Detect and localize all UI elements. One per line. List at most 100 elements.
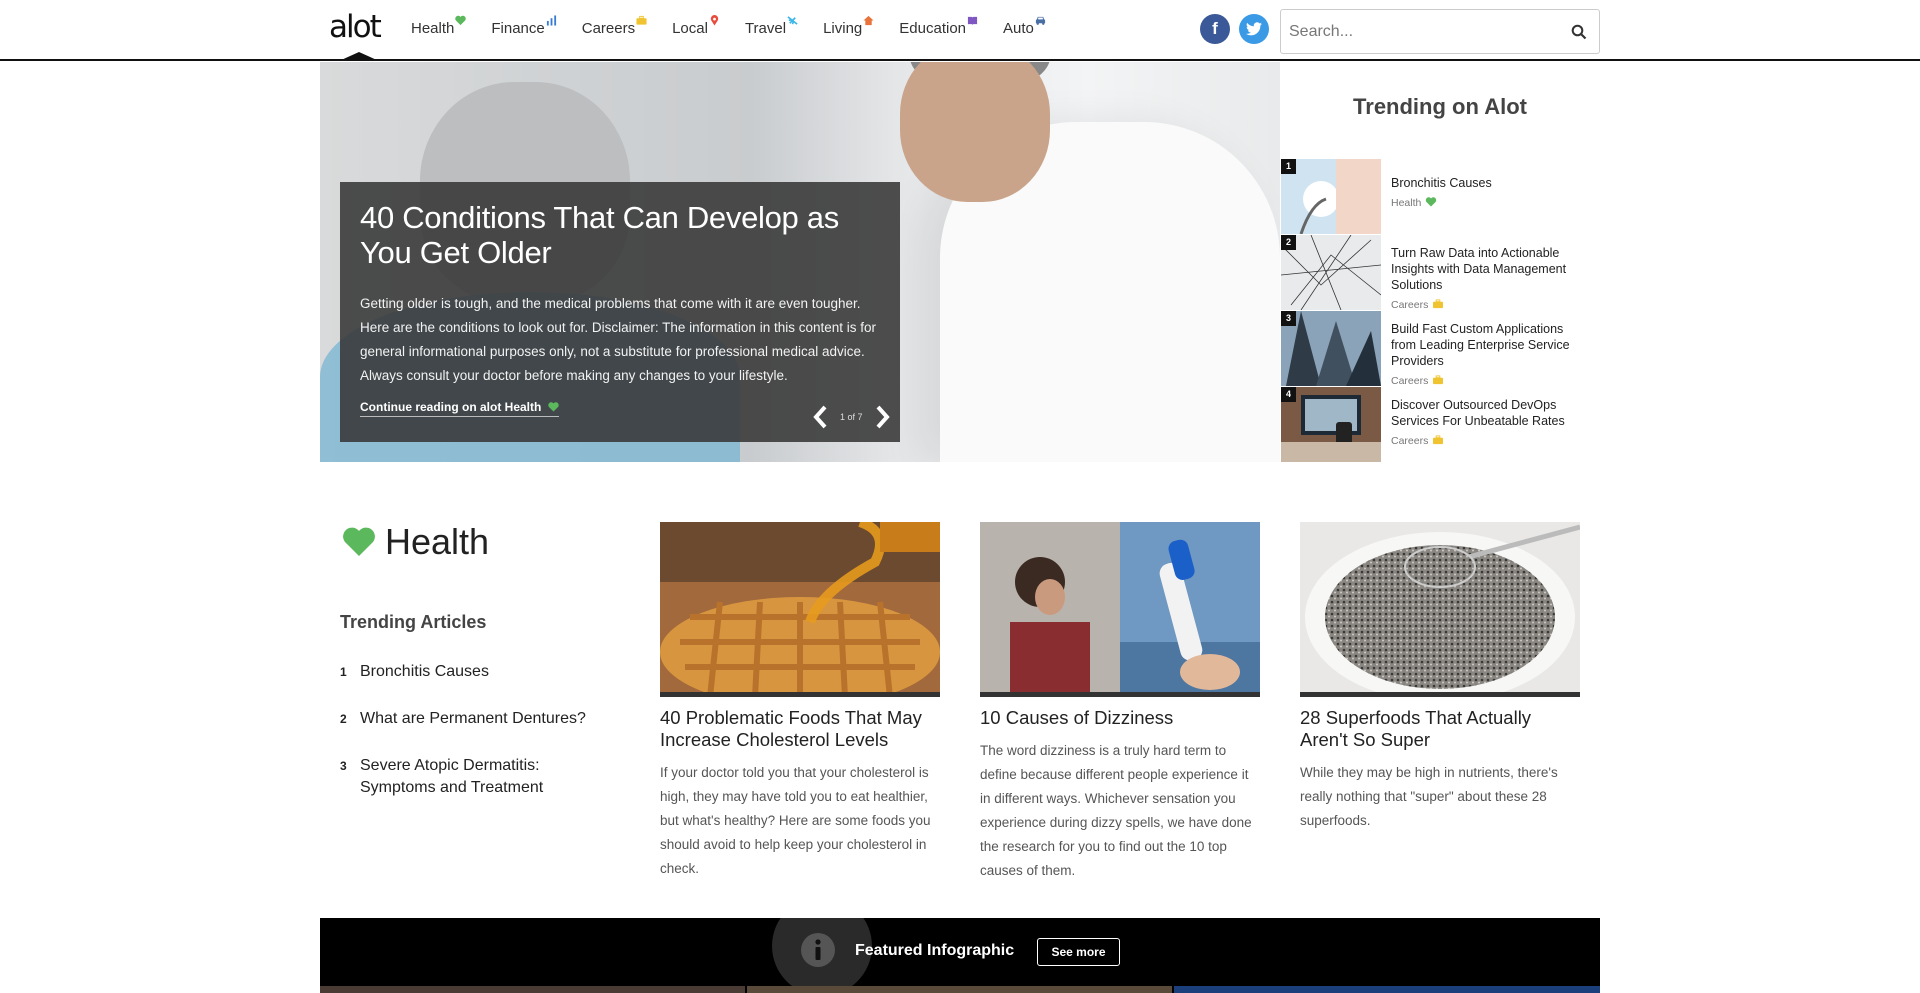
hero-slider: 40 Conditions That Can Develop as You Ge…: [320, 62, 1280, 462]
continue-reading-label: Continue reading on alot Health: [360, 400, 542, 414]
article-link[interactable]: Bronchitis Causes: [360, 661, 600, 683]
trending-thumbnail[interactable]: [1281, 311, 1381, 386]
trending-item[interactable]: 1 Bronchitis Causes Health: [1280, 159, 1600, 235]
trending-item[interactable]: 3 Build Fast Custom Applications from Le…: [1280, 311, 1600, 387]
nav-label: Health: [411, 20, 455, 37]
site-logo[interactable]: alot: [329, 9, 382, 45]
infographic-preview[interactable]: [1174, 986, 1600, 993]
health-section-header: Health: [342, 521, 489, 563]
category-label: Careers: [1391, 299, 1429, 311]
nav-label: Local: [672, 20, 708, 37]
article-card: 10 Causes of Dizziness The word dizzines…: [980, 522, 1260, 883]
article-link[interactable]: Severe Atopic Dermatitis: Symptoms and T…: [360, 755, 600, 799]
heart-icon: [1426, 197, 1437, 207]
category-label: Careers: [1391, 375, 1429, 387]
trending-item-title: Discover Outsourced DevOps Services For …: [1391, 398, 1565, 428]
site-header: alot Health Finance Careers Local Travel…: [0, 0, 1920, 61]
trending-rank: 2: [1281, 235, 1296, 250]
slider-controls: 1 of 7: [810, 404, 893, 430]
briefcase-icon: [1433, 299, 1444, 309]
twitter-button[interactable]: [1239, 14, 1269, 44]
car-icon: [1035, 16, 1045, 25]
slider-page-count: 1 of 7: [840, 412, 863, 422]
chevron-right-icon[interactable]: [871, 404, 893, 430]
map-pin-icon: [710, 15, 719, 26]
featured-infographic-title: Featured Infographic: [855, 942, 1015, 959]
nav-label: Careers: [581, 20, 636, 37]
see-more-button[interactable]: See more: [1037, 938, 1120, 966]
trending-item-link[interactable]: Build Fast Custom Applications from Lead…: [1391, 321, 1591, 389]
hero-image-figure: [900, 62, 1050, 202]
nav-label: Education: [899, 20, 966, 37]
trending-item-title: Build Fast Custom Applications from Lead…: [1391, 322, 1570, 368]
trending-item-link[interactable]: Bronchitis Causes Health: [1391, 175, 1591, 211]
category-label: Careers: [1391, 435, 1429, 447]
nav-item-careers[interactable]: Careers: [581, 14, 647, 44]
logo-caret-icon: [339, 52, 379, 61]
chevron-left-icon[interactable]: [810, 404, 832, 430]
nav-label: Finance: [491, 20, 545, 37]
briefcase-icon: [1433, 375, 1444, 385]
infographic-preview[interactable]: [320, 986, 745, 993]
article-rank: 3: [340, 759, 347, 773]
trending-item[interactable]: 4 Discover Outsourced DevOps Services Fo…: [1280, 387, 1600, 463]
nav-label: Living: [823, 20, 863, 37]
search-box: [1280, 9, 1600, 54]
hero-description: Getting older is tough, and the medical …: [360, 296, 876, 383]
article-description: If your doctor told you that your choles…: [660, 765, 931, 876]
article-card: 40 Problematic Foods That May Increase C…: [660, 522, 940, 881]
trending-thumbnail[interactable]: [1281, 235, 1381, 310]
house-icon: [863, 15, 874, 26]
trending-item-link[interactable]: Discover Outsourced DevOps Services For …: [1391, 397, 1591, 449]
nav-item-health[interactable]: Health: [411, 14, 467, 44]
trending-item-link[interactable]: Turn Raw Data into Actionable Insights w…: [1391, 245, 1591, 313]
nav-item-living[interactable]: Living: [823, 14, 874, 44]
trending-item-category: Careers: [1391, 433, 1591, 449]
book-icon: [967, 16, 978, 26]
article-rank: 1: [340, 665, 347, 679]
continue-reading-link[interactable]: Continue reading on alot Health: [360, 400, 559, 417]
trending-item-title: Bronchitis Causes: [1391, 176, 1492, 190]
trending-articles-title: Trending Articles: [340, 612, 487, 632]
hero-title[interactable]: 40 Conditions That Can Develop as You Ge…: [360, 200, 880, 270]
heart-icon: [548, 402, 559, 412]
nav-item-local[interactable]: Local: [672, 14, 719, 44]
trending-thumbnail[interactable]: [1281, 159, 1381, 234]
search-icon[interactable]: [1571, 24, 1587, 40]
briefcase-icon: [1433, 435, 1444, 445]
trending-item[interactable]: 2 Turn Raw Data into Actionable Insights…: [1280, 235, 1600, 311]
info-icon: [801, 933, 835, 967]
nav-item-education[interactable]: Education: [899, 14, 978, 44]
heart-icon: [455, 15, 467, 26]
article-title[interactable]: 10 Causes of Dizziness: [980, 707, 1260, 729]
facebook-button[interactable]: f: [1200, 14, 1230, 44]
twitter-icon: [1246, 22, 1262, 36]
featured-infographic-bar: Featured Infographic See more: [320, 918, 1600, 993]
article-image[interactable]: [980, 522, 1260, 697]
article-link[interactable]: What are Permanent Dentures?: [360, 708, 600, 730]
article-title[interactable]: 28 Superfoods That Actually Aren't So Su…: [1300, 707, 1580, 751]
trending-title: Trending on Alot: [1353, 94, 1527, 119]
article-title[interactable]: 40 Problematic Foods That May Increase C…: [660, 707, 940, 751]
trending-item-category: Health: [1391, 195, 1591, 211]
trending-rank: 3: [1281, 311, 1296, 326]
trending-rank: 4: [1281, 387, 1296, 402]
plane-icon: [787, 16, 798, 25]
trending-item-title: Turn Raw Data into Actionable Insights w…: [1391, 246, 1567, 292]
facebook-icon: f: [1212, 19, 1218, 38]
trending-sidebar: Trending on Alot 1 Bronchitis Causes Hea…: [1280, 62, 1600, 462]
heart-icon: [343, 527, 375, 556]
article-image[interactable]: [660, 522, 940, 697]
nav-item-finance[interactable]: Finance: [491, 14, 556, 44]
infographic-preview[interactable]: [747, 986, 1172, 993]
article-description: The word dizziness is a truly hard term …: [980, 743, 1252, 878]
trending-thumbnail[interactable]: [1281, 387, 1381, 462]
trending-rank: 1: [1281, 159, 1296, 174]
nav-item-auto[interactable]: Auto: [1003, 14, 1045, 44]
main-nav: Health Finance Careers Local Travel Livi…: [411, 14, 1045, 44]
search-input[interactable]: [1289, 10, 1549, 53]
article-image[interactable]: [1300, 522, 1580, 697]
article-card: 28 Superfoods That Actually Aren't So Su…: [1300, 522, 1580, 833]
nav-item-travel[interactable]: Travel: [745, 14, 798, 44]
section-title[interactable]: Health: [385, 521, 489, 563]
